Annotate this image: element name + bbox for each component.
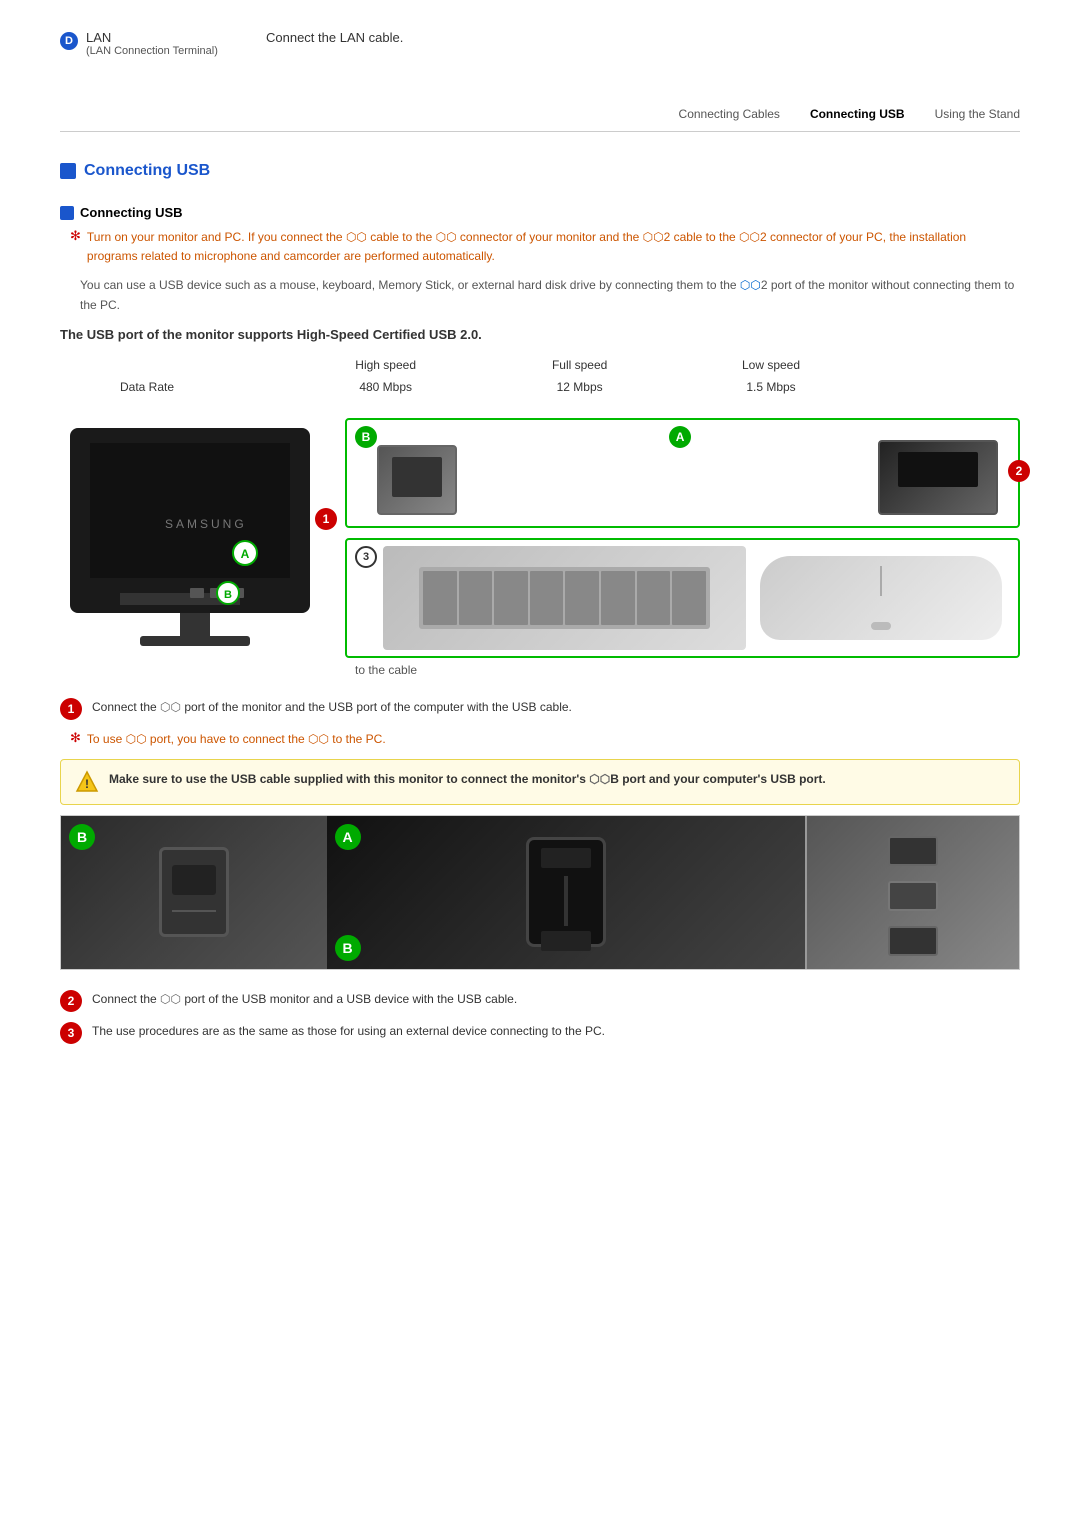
step-2-row: 2 Connect the ⬡⬡ port of the USB monitor… bbox=[60, 990, 1020, 1012]
photo-ports-section bbox=[805, 816, 1019, 969]
section-title: Connecting USB bbox=[84, 162, 210, 180]
lan-description: Connect the LAN cable. bbox=[266, 30, 403, 45]
lan-label: LAN bbox=[86, 30, 246, 45]
nav-tabs: Connecting Cables Connecting USB Using t… bbox=[60, 107, 1020, 132]
photo-cable-section: A B bbox=[327, 816, 805, 969]
photo-b-section: B bbox=[61, 816, 327, 969]
info-box: You can use a USB device such as a mouse… bbox=[80, 276, 1020, 314]
num-badge-3-inner: 3 bbox=[355, 546, 377, 568]
b-badge-photo: B bbox=[69, 824, 95, 850]
step-1-badge: 1 bbox=[60, 698, 82, 720]
warning-icon: ! bbox=[75, 770, 99, 794]
usb-a-connector bbox=[878, 440, 998, 515]
col-high: High speed bbox=[286, 354, 485, 376]
right-diagram: B A 2 1 3 bbox=[345, 418, 1020, 677]
data-rate-label: Data Rate bbox=[100, 376, 286, 398]
to-cable-text: to the cable bbox=[345, 663, 1020, 677]
lan-label-group: LAN (LAN Connection Terminal) bbox=[86, 30, 246, 57]
col-label bbox=[100, 354, 286, 376]
svg-text:A: A bbox=[241, 547, 250, 561]
section-icon bbox=[60, 163, 76, 179]
a-badge-cable: A bbox=[335, 824, 361, 850]
data-rate-high: 480 Mbps bbox=[286, 376, 485, 398]
table-header-row: High speed Full speed Low speed bbox=[100, 354, 868, 376]
note-text-1: Turn on your monitor and PC. If you conn… bbox=[87, 228, 1020, 266]
step-2-badge: 2 bbox=[60, 990, 82, 1012]
col-full: Full speed bbox=[485, 354, 674, 376]
lan-icon: D bbox=[60, 32, 78, 50]
warning-text: Make sure to use the USB cable supplied … bbox=[109, 770, 826, 789]
tab-connecting-cables[interactable]: Connecting Cables bbox=[679, 107, 780, 125]
diagram-main: SAMSUNG A B bbox=[60, 418, 1020, 678]
section-header: Connecting USB bbox=[60, 162, 1020, 180]
warning-box: ! Make sure to use the USB cable supplie… bbox=[60, 759, 1020, 805]
lan-section: D LAN (LAN Connection Terminal) Connect … bbox=[60, 30, 1020, 77]
step-3-text: The use procedures are as the same as th… bbox=[92, 1022, 605, 1041]
step-3-badge: 3 bbox=[60, 1022, 82, 1044]
b-badge-cable: B bbox=[335, 935, 361, 961]
usb-sym-step1a: ⬡⬡ bbox=[160, 700, 181, 714]
num-badge-2: 2 bbox=[1008, 460, 1030, 482]
b-badge-top: B bbox=[355, 426, 377, 448]
lan-sublabel: (LAN Connection Terminal) bbox=[86, 45, 246, 57]
note-row-1: ✻ Turn on your monitor and PC. If you co… bbox=[70, 228, 1020, 266]
monitor-back-svg: SAMSUNG A B bbox=[60, 418, 330, 678]
cable-visual bbox=[526, 837, 606, 947]
usb-b-shape bbox=[159, 847, 229, 937]
usb-sym-info: ⬡⬡ bbox=[740, 278, 761, 292]
svg-text:!: ! bbox=[85, 777, 89, 791]
speed-table: High speed Full speed Low speed Data Rat… bbox=[100, 354, 868, 398]
note-star-step1: ✻ bbox=[70, 730, 81, 746]
monitor-back-container: SAMSUNG A B bbox=[60, 418, 330, 678]
num-badge-1: 1 bbox=[315, 508, 337, 530]
connector-box-top: B A 2 bbox=[345, 418, 1020, 528]
step-3-row: 3 The use procedures are as the same as … bbox=[60, 1022, 1020, 1044]
keyboard-img bbox=[383, 546, 746, 650]
step-1-text: Connect the ⬡⬡ port of the monitor and t… bbox=[92, 698, 572, 717]
table-row: Data Rate 480 Mbps 12 Mbps 1.5 Mbps bbox=[100, 376, 868, 398]
tab-connecting-usb[interactable]: Connecting USB bbox=[810, 107, 905, 125]
device-box: 3 bbox=[345, 538, 1020, 658]
usb-bold-note: The USB port of the monitor supports Hig… bbox=[60, 327, 1020, 342]
note-row-step1: ✻ To use ⬡⬡ port, you have to connect th… bbox=[70, 730, 1020, 749]
cable-photos-row: B A B bbox=[60, 815, 1020, 970]
data-rate-full: 12 Mbps bbox=[485, 376, 674, 398]
usb-sym-step2: ⬡⬡ bbox=[160, 992, 181, 1006]
usb-sym-warn: ⬡⬡ bbox=[589, 772, 610, 786]
col-low: Low speed bbox=[674, 354, 868, 376]
subsection-header: Connecting USB bbox=[60, 205, 1020, 220]
note-text-step1: To use ⬡⬡ port, you have to connect the … bbox=[87, 730, 386, 749]
step-1-row: 1 Connect the ⬡⬡ port of the monitor and… bbox=[60, 698, 1020, 720]
svg-text:B: B bbox=[224, 589, 232, 601]
subsection-title: Connecting USB bbox=[80, 205, 183, 220]
usb-b-connector bbox=[377, 445, 457, 515]
subsection-icon bbox=[60, 206, 74, 220]
tab-using-stand[interactable]: Using the Stand bbox=[935, 107, 1020, 125]
note-star-1: ✻ bbox=[70, 228, 81, 244]
port-visual-3 bbox=[888, 926, 938, 956]
usb-sym-note: ⬡⬡ bbox=[126, 732, 147, 746]
usb-sym-note2: ⬡⬡ bbox=[308, 732, 329, 746]
mouse-img bbox=[760, 556, 1002, 640]
port-visual-1 bbox=[888, 836, 938, 866]
port-visual-2 bbox=[888, 881, 938, 911]
page-container: D LAN (LAN Connection Terminal) Connect … bbox=[0, 0, 1080, 1084]
svg-text:SAMSUNG: SAMSUNG bbox=[165, 517, 247, 531]
a-badge-top: A bbox=[669, 426, 691, 448]
data-rate-low: 1.5 Mbps bbox=[674, 376, 868, 398]
step-2-text: Connect the ⬡⬡ port of the USB monitor a… bbox=[92, 990, 517, 1009]
